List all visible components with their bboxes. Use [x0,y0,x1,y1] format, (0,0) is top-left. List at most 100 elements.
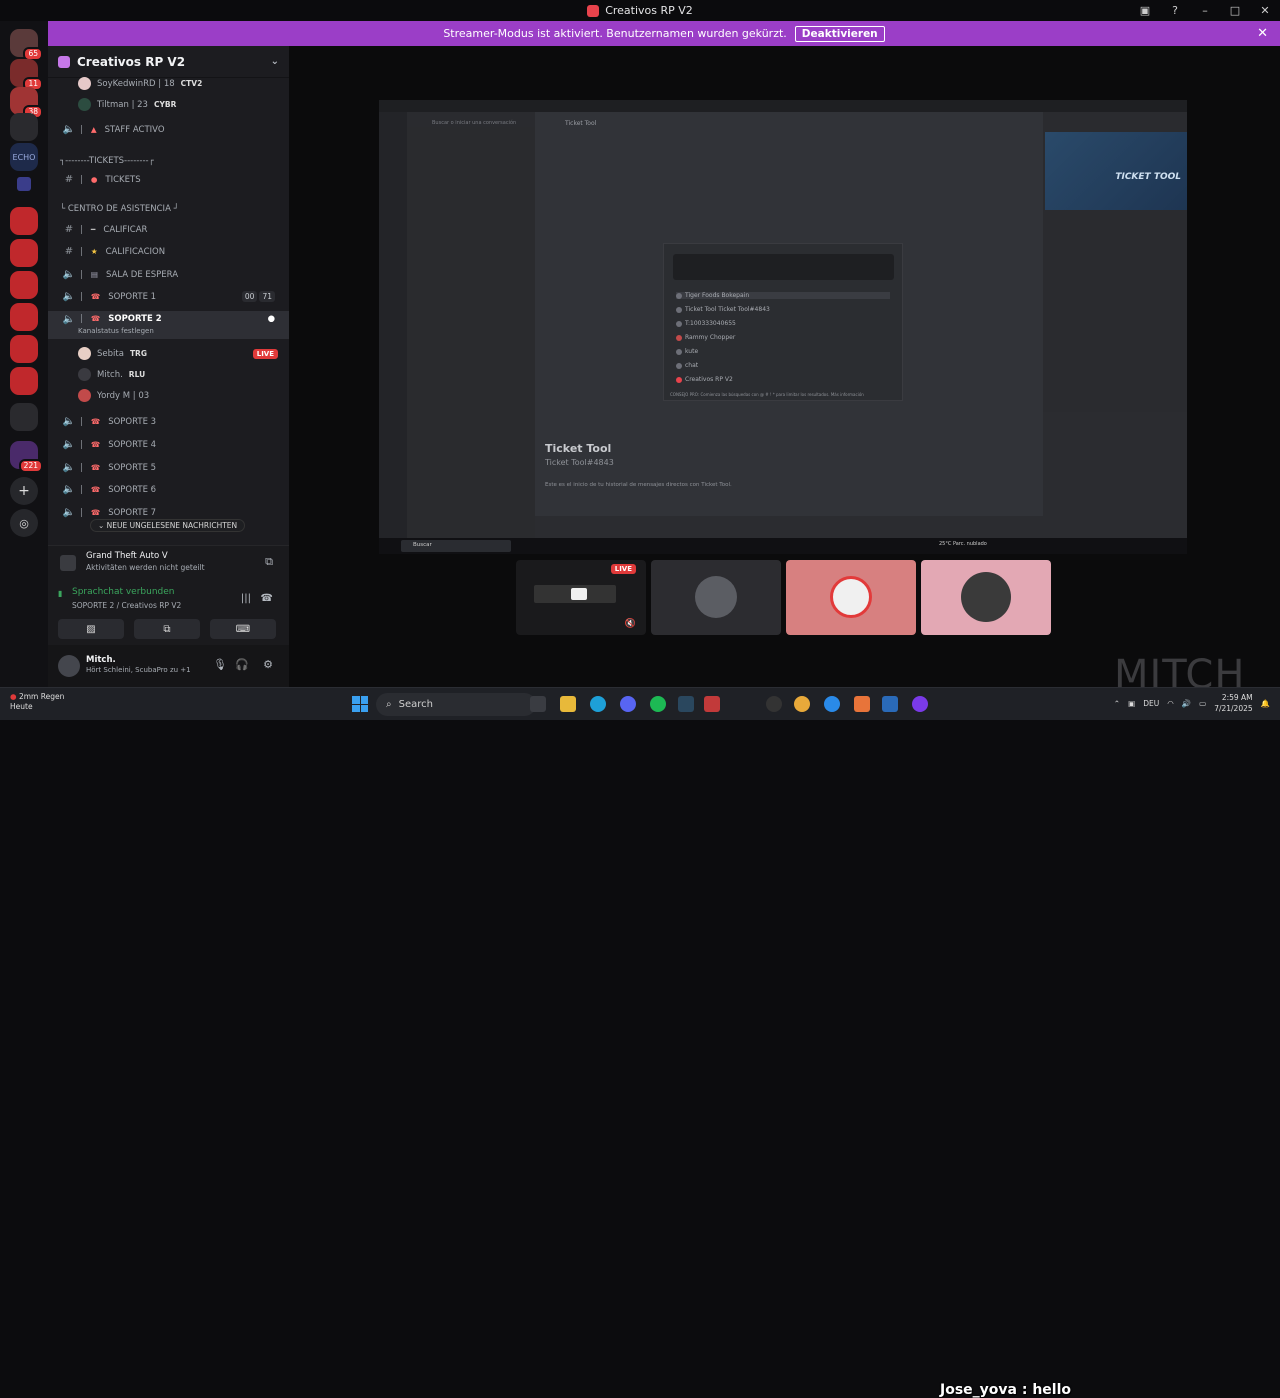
server-icon[interactable] [10,335,38,363]
share-activity-icon[interactable]: ⧉ [265,555,273,569]
close-button[interactable]: ✕ [1250,0,1280,21]
battery-icon[interactable]: ▭ [1199,699,1206,708]
speaker-icon: 🔈 [62,314,76,325]
windows-start-icon[interactable] [352,696,368,712]
disconnect-icon[interactable]: ☎ [261,593,273,604]
microphone-icon[interactable]: 🎙 [213,658,227,671]
app-icon[interactable] [704,696,720,712]
discord-icon[interactable] [620,696,636,712]
participant-tile[interactable] [921,560,1051,635]
channel-sala[interactable]: 🔈 | ▤ SALA DE ESPERA [48,269,289,280]
minimize-button[interactable]: – [1190,0,1220,21]
server-icon[interactable] [10,367,38,395]
app-logo-icon [587,4,600,17]
close-banner-icon[interactable]: ✕ [1257,26,1268,41]
shared-titlebar [379,100,1187,112]
wifi-icon[interactable]: ◠ [1167,699,1174,708]
channel-soporte-6[interactable]: 🔈 | ☎ SOPORTE 6 [48,484,289,495]
chat-icon[interactable]: ● [268,314,275,324]
weather-notification[interactable]: ● 2mm Regen Heute [10,692,64,712]
inbox-icon[interactable]: ▣ [1130,0,1160,21]
task-view-icon[interactable] [530,696,546,712]
quick-switcher-input[interactable] [673,254,894,280]
avatar[interactable] [58,655,80,677]
chrome-profile-icon[interactable] [824,696,840,712]
app-icon[interactable] [882,696,898,712]
phone-icon: ☎ [90,463,101,472]
category-tickets[interactable]: ┐--------TICKETS--------┌ [60,156,154,166]
file-explorer-icon[interactable] [560,696,576,712]
channel-soporte-5[interactable]: 🔈 | ☎ SOPORTE 5 [48,462,289,473]
taskbar-search[interactable]: ⌕ Search [376,693,536,716]
server-icon[interactable]: 221 [10,441,43,473]
server-icon[interactable] [10,207,38,235]
server-icon[interactable] [10,239,38,267]
gear-icon[interactable]: ⚙ [263,658,273,671]
soundboard-icon[interactable]: ||| [241,593,251,604]
chrome-icon[interactable] [794,696,810,712]
app-icon[interactable] [854,696,870,712]
channel-emoji-icon: ● [90,175,98,184]
voice-status[interactable]: Sprachchat verbunden [72,587,175,597]
add-server-icon[interactable]: + [10,477,38,505]
channel-tickets[interactable]: # | ● TICKETS [48,174,289,185]
server-icon[interactable] [10,303,38,331]
spotify-icon[interactable] [650,696,666,712]
obs-icon[interactable] [766,696,782,712]
stream-tile[interactable]: LIVE 🔇 [516,560,646,635]
channel-calificacion[interactable]: # | ★ CALIFICACION [48,246,289,257]
voice-user[interactable]: Tiltman | 23 CYBR [78,98,176,111]
server-rail: 65 11 38 ECHO 221 + ◎ [0,21,48,687]
avatar [961,572,1011,622]
server-icon[interactable] [10,113,38,141]
volume-icon[interactable]: 🔊 [1182,699,1191,708]
deactivate-button[interactable]: Deaktivieren [794,25,885,42]
server-icon[interactable]: 65 [10,29,43,61]
channel-staff[interactable]: 🔈 | ▲ STAFF ACTIVO [48,124,289,135]
channel-status[interactable]: Kanalstatus festlegen [78,327,154,335]
server-icon[interactable]: ECHO [10,143,38,171]
maximize-button[interactable]: □ [1220,0,1250,21]
channel-soporte-7[interactable]: 🔈 | ☎ SOPORTE 7 [48,507,289,518]
tray-app-icon[interactable]: ▣ [1128,699,1135,708]
channel-soporte-1[interactable]: 🔈 | ☎ SOPORTE 1 00 71 [48,291,289,302]
voice-channel[interactable]: SOPORTE 2 / Creativos RP V2 [72,601,181,610]
muted-speaker-icon[interactable]: 🔇 [625,619,636,629]
server-icon[interactable]: 38 [10,87,43,119]
category-help[interactable]: └ CENTRO DE ASISTENCIA ┘ [60,204,179,214]
clock[interactable]: 2:59 AM 7/21/2025 [1214,692,1252,714]
participant-tile[interactable] [651,560,781,635]
voice-user[interactable]: Mitch. RLU [78,368,145,381]
server-header[interactable]: Creativos RP V2 ⌄ [48,46,289,78]
screen-share-button[interactable]: ⧉ [134,619,200,639]
channel-soporte-4[interactable]: 🔈 | ☎ SOPORTE 4 [48,439,289,450]
help-icon[interactable]: ? [1160,0,1190,21]
edge-icon[interactable] [590,696,606,712]
chevron-down-icon: ⌄ [270,56,279,67]
lang-indicator[interactable]: DEU [1143,699,1159,708]
channel-soporte-3[interactable]: 🔈 | ☎ SOPORTE 3 [48,416,289,427]
server-icon[interactable] [10,271,38,299]
voice-user[interactable]: SoyKedwinRD | 18 CTV2 [78,77,202,90]
camera-off-button[interactable]: ▨ [58,619,124,639]
app-icon[interactable] [912,696,928,712]
server-folder-icon[interactable] [10,403,38,431]
discover-icon[interactable]: ◎ [10,509,38,537]
voice-user[interactable]: Sebita TRG LIVE [78,347,278,360]
windows-taskbar: ● 2mm Regen Heute ⌕ Search Jose_yova : h… [0,687,1280,1398]
participant-tile[interactable] [786,560,916,635]
search-icon: ⌕ [386,699,392,710]
voice-user[interactable]: Yordy M | 03 [78,389,149,402]
new-unread-messages-pill[interactable]: ⌄ NEUE UNGELESENE NACHRICHTEN [90,519,246,532]
channel-emoji-icon: ▲ [90,125,97,134]
chevron-up-icon[interactable]: ⌃ [1114,699,1120,708]
server-icon[interactable]: 11 [10,59,43,91]
steam-icon[interactable] [678,696,694,712]
headphones-icon[interactable]: 🎧 [235,658,249,671]
folder-icon[interactable] [17,177,31,191]
channel-calificar[interactable]: # | ━ CALIFICAR [48,224,289,235]
activities-button[interactable]: ⌨ [210,619,276,639]
user-status: Hört Schleini, ScubaPro zu +1 [86,666,191,674]
shared-screen[interactable]: Buscar o iniciar una conversación Ticket… [379,100,1187,554]
notification-bell-icon[interactable]: 🔔 [1261,699,1270,708]
